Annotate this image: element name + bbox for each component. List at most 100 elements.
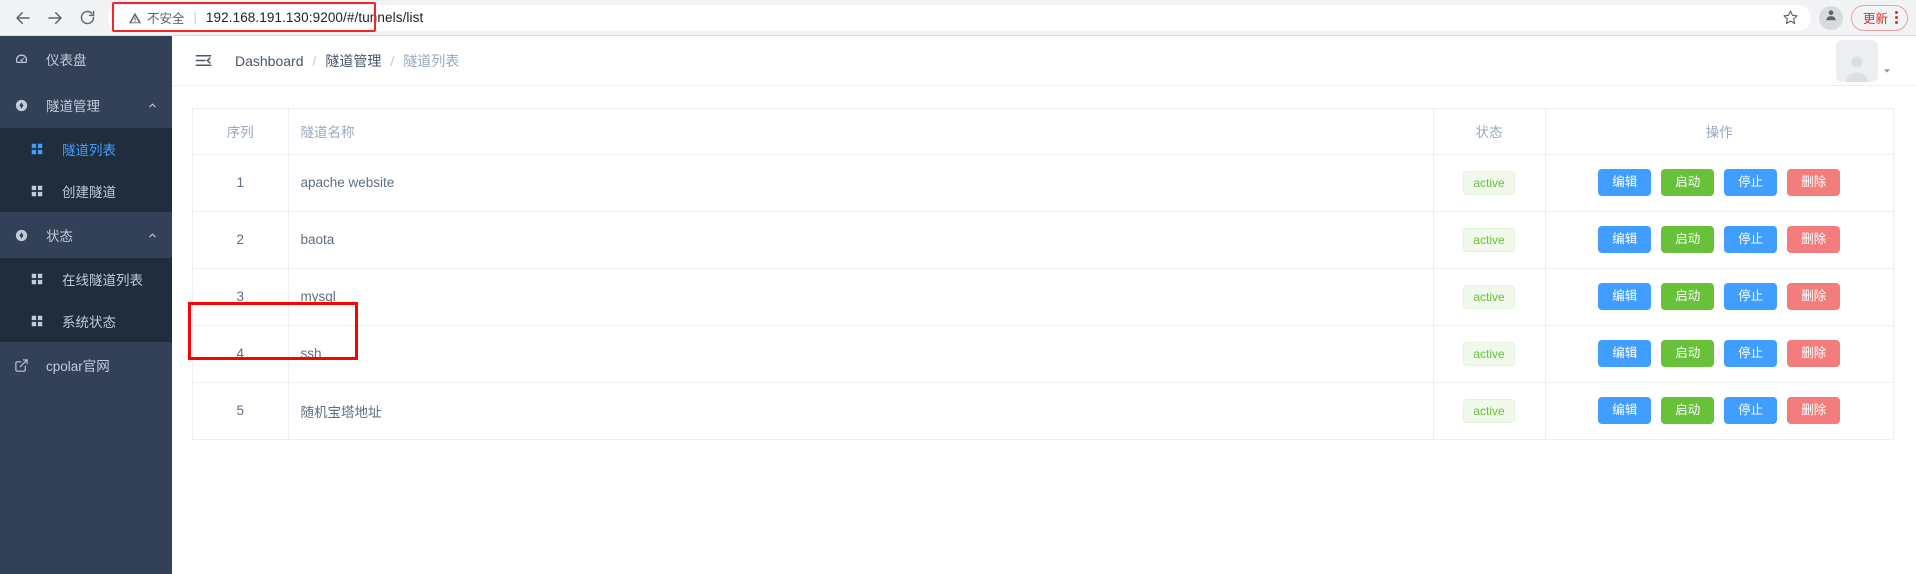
delete-button[interactable]: 删除	[1787, 283, 1841, 310]
sidebar-item-label: cpolar官网	[46, 359, 110, 374]
grid-table-icon	[30, 272, 52, 286]
app-shell: 仪表盘 隧道管理 隧道列表 创建隧道 状态 在线隧道列表 系统状态 cpolar…	[0, 36, 1916, 574]
breadcrumb-separator: /	[312, 52, 317, 69]
kebab-menu-icon[interactable]	[1892, 11, 1901, 24]
chevron-up-icon	[147, 230, 158, 241]
caret-down-icon[interactable]	[1882, 66, 1892, 76]
sidebar-item-label: 仪表盘	[46, 53, 87, 68]
start-button[interactable]: 启动	[1661, 169, 1715, 196]
cell-status: active	[1433, 154, 1546, 212]
start-button[interactable]: 启动	[1661, 283, 1715, 310]
column-header-seq: 序列	[193, 109, 289, 155]
stop-button[interactable]: 停止	[1724, 397, 1778, 424]
url-text: 192.168.191.130:9200/#/tunnels/list	[205, 10, 424, 25]
sidebar-group-status[interactable]: 状态	[0, 212, 172, 258]
avatar[interactable]	[1836, 39, 1878, 82]
breadcrumb-separator: /	[390, 52, 395, 69]
cell-status: active	[1433, 211, 1546, 269]
cell-status: active	[1433, 382, 1546, 440]
grid-table-icon	[30, 314, 52, 328]
delete-button[interactable]: 删除	[1787, 340, 1841, 367]
cell-tunnel-name: ssh	[288, 325, 1434, 383]
person-avatar-icon	[1824, 8, 1838, 27]
sidebar-item-dashboard[interactable]: 仪表盘	[0, 36, 172, 82]
sidebar-item-tunnel-list[interactable]: 隧道列表	[0, 128, 172, 170]
sidebar-group-tunnel-management[interactable]: 隧道管理	[0, 82, 172, 128]
browser-right-controls: 更新	[1818, 4, 1916, 31]
edit-button[interactable]: 编辑	[1598, 169, 1652, 196]
action-buttons: 编辑 启动 停止 删除	[1546, 340, 1894, 367]
browser-toolbar: 不安全 | 192.168.191.130:9200/#/tunnels/lis…	[0, 0, 1916, 36]
cell-seq: 3	[193, 268, 289, 326]
stop-button[interactable]: 停止	[1724, 340, 1778, 367]
status-circle-icon	[14, 228, 36, 243]
delete-button[interactable]: 删除	[1787, 226, 1841, 253]
sidebar-item-label: 在线隧道列表	[62, 273, 143, 288]
delete-button[interactable]: 删除	[1787, 169, 1841, 196]
chevron-up-icon	[147, 100, 158, 111]
sidebar-submenu-tunnel: 隧道列表 创建隧道	[0, 128, 172, 212]
cell-operations: 编辑 启动 停止 删除	[1545, 382, 1893, 440]
back-arrow-icon	[14, 9, 32, 27]
cell-tunnel-name: baota	[288, 211, 1434, 269]
breadcrumb-item-tunnel-management[interactable]: 隧道管理	[325, 51, 381, 71]
edit-button[interactable]: 编辑	[1598, 283, 1652, 310]
cell-seq: 4	[193, 325, 289, 383]
start-button[interactable]: 启动	[1661, 397, 1715, 424]
cell-status: active	[1433, 268, 1546, 326]
back-button[interactable]	[8, 3, 38, 33]
star-icon[interactable]	[1782, 9, 1799, 26]
update-button[interactable]: 更新	[1850, 4, 1908, 31]
edit-button[interactable]: 编辑	[1598, 340, 1652, 367]
table-body: 1 apache website active 编辑 启动 停止 删除 2 ba…	[193, 154, 1894, 440]
forward-button[interactable]	[40, 3, 70, 33]
security-label: 不安全	[147, 12, 185, 26]
breadcrumb-item-tunnel-list: 隧道列表	[403, 52, 460, 69]
sidebar-item-cpolar-website[interactable]: cpolar官网	[0, 342, 172, 388]
column-header-tunnel-name: 隧道名称	[288, 109, 1434, 155]
status-badge: active	[1463, 284, 1515, 309]
start-button[interactable]: 启动	[1661, 226, 1715, 253]
table-row[interactable]: 3 mysql active 编辑 启动 停止 删除	[193, 268, 1894, 326]
topbar-user-area[interactable]	[1836, 39, 1906, 82]
delete-button[interactable]: 删除	[1787, 397, 1841, 424]
cell-status: active	[1433, 325, 1546, 383]
action-buttons: 编辑 启动 停止 删除	[1546, 283, 1894, 310]
cell-operations: 编辑 启动 停止 删除	[1545, 268, 1894, 326]
breadcrumb: Dashboard / 隧道管理 / 隧道列表	[235, 51, 459, 71]
table-header-row: 序列 隧道名称 状态 操作	[193, 109, 1893, 155]
page-topbar: Dashboard / 隧道管理 / 隧道列表	[172, 36, 1916, 86]
start-button[interactable]: 启动	[1661, 340, 1715, 367]
table-row[interactable]: 2 baota active 编辑 启动 停止 删除	[193, 211, 1893, 269]
cell-tunnel-name: 随机宝塔地址	[288, 382, 1434, 440]
edit-button[interactable]: 编辑	[1598, 226, 1652, 253]
table-row[interactable]: 4 ssh active 编辑 启动 停止 删除	[193, 325, 1894, 383]
edit-button[interactable]: 编辑	[1598, 397, 1652, 424]
dashboard-gauge-icon	[14, 52, 36, 67]
reload-button[interactable]	[72, 3, 102, 33]
stop-button[interactable]: 停止	[1724, 226, 1778, 253]
table-row[interactable]: 5 随机宝塔地址 active 编辑 启动 停止 删除	[193, 382, 1893, 440]
breadcrumb-item-dashboard[interactable]: Dashboard	[235, 53, 304, 69]
table-header: 序列 隧道名称 状态 操作	[193, 109, 1893, 155]
profile-button[interactable]	[1818, 5, 1843, 30]
status-badge: active	[1463, 398, 1515, 423]
sidebar-item-online-tunnel-list[interactable]: 在线隧道列表	[0, 258, 172, 300]
sidebar-item-label: 隧道列表	[62, 143, 116, 158]
omnibox-container: 不安全 | 192.168.191.130:9200/#/tunnels/lis…	[102, 4, 1819, 31]
sidebar-item-create-tunnel[interactable]: 创建隧道	[0, 170, 172, 212]
cell-seq: 1	[193, 154, 289, 212]
address-bar[interactable]: 不安全 | 192.168.191.130:9200/#/tunnels/lis…	[108, 4, 1811, 31]
stop-button[interactable]: 停止	[1724, 169, 1778, 196]
table-row[interactable]: 1 apache website active 编辑 启动 停止 删除	[193, 154, 1894, 212]
cell-operations: 编辑 启动 停止 删除	[1545, 325, 1894, 383]
action-buttons: 编辑 启动 停止 删除	[1546, 169, 1894, 196]
update-button-label: 更新	[1862, 12, 1888, 26]
cell-seq: 5	[193, 382, 289, 440]
sidebar-item-system-status[interactable]: 系统状态	[0, 300, 172, 342]
sidebar-submenu-status: 在线隧道列表 系统状态	[0, 258, 172, 342]
hamburger-collapse-icon[interactable]	[186, 47, 221, 74]
stop-button[interactable]: 停止	[1724, 283, 1778, 310]
security-badge[interactable]: 不安全	[128, 8, 185, 27]
cell-operations: 编辑 启动 停止 删除	[1545, 154, 1894, 212]
